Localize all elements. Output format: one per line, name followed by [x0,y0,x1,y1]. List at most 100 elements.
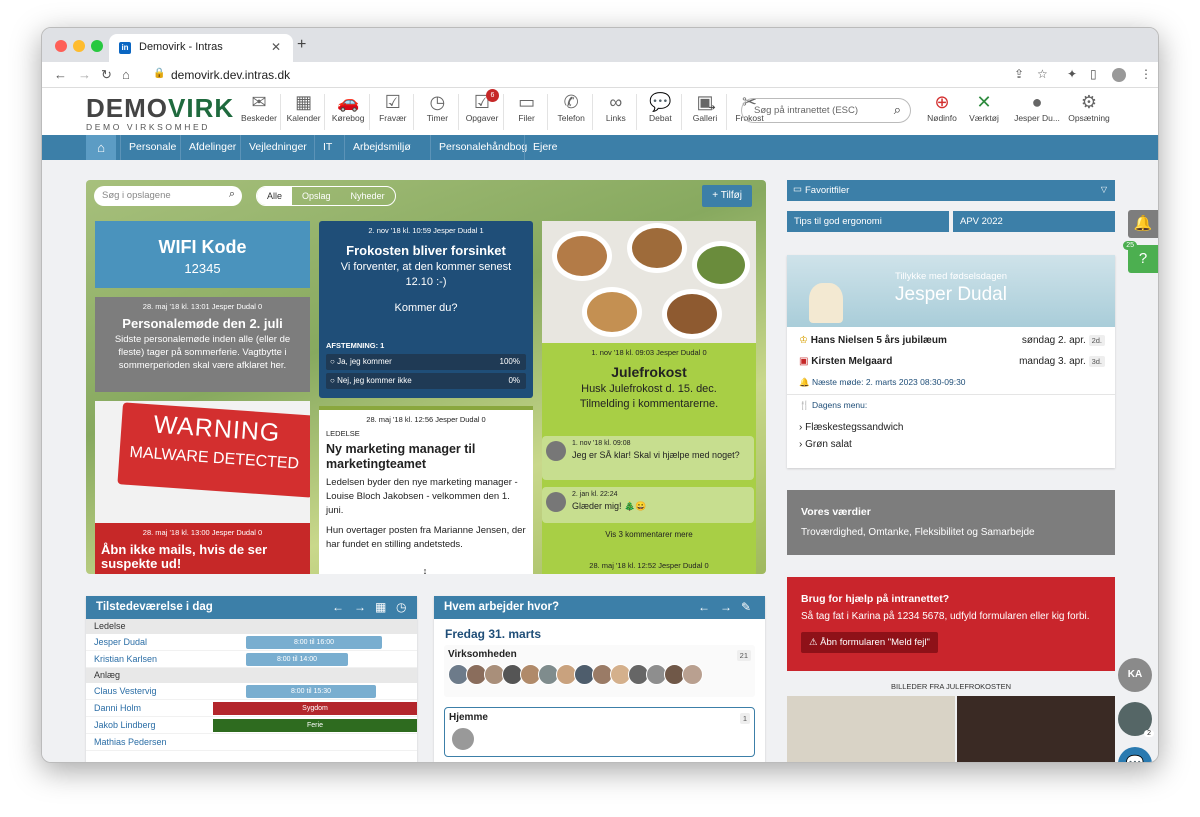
header-settings-button[interactable]: ⚙ Opsætning [1067,91,1111,123]
presence-bar[interactable]: Ferie [213,719,417,732]
profile-avatar[interactable] [1112,68,1126,82]
extensions-icon[interactable]: ✦ [1067,67,1077,81]
url-field[interactable]: 🔒 demovirk.dev.intras.dk [141,65,961,85]
person-name[interactable]: Claus Vestervig [94,686,157,696]
back-icon[interactable]: ← [54,67,67,82]
hire-card[interactable]: 28. maj '18 kl. 12:56 Jesper Dudal 0 LED… [319,406,533,574]
show-more-comments-link[interactable]: Vis 3 kommentarer mere [542,530,756,539]
report-error-button[interactable]: ⚠ Åbn formularen "Meld fejl" [801,632,938,653]
presence-group: Anlæg [86,668,417,683]
presence-row[interactable]: Mathias Pedersen [86,734,417,751]
search-icon[interactable]: ⌕ [894,102,901,118]
toolbar-telefon-button[interactable]: ✆ Telefon [549,91,593,123]
resize-handle-icon[interactable]: ↕ [418,564,432,574]
toolbar-label: Fravær [379,113,407,123]
presence-row[interactable]: Kristian Karlsen 8:00 til 14:00 [86,651,417,668]
nav-item-arbejdsmiljø[interactable]: Arbejdsmiljø [344,135,419,160]
toolbar-debat-button[interactable]: 💬 Debat [638,91,682,123]
presence-bar[interactable]: 8:00 til 15:30 [246,685,376,698]
notifications-bell-icon[interactable]: 🔔 [1128,210,1158,238]
person-name[interactable]: Jesper Dudal [94,637,147,647]
nav-item-it[interactable]: IT [314,135,340,160]
presence-row[interactable]: Jesper Dudal 8:00 til 16:00 [86,634,417,651]
maximize-window-button[interactable] [91,40,103,52]
julefrokost-card[interactable]: 1. nov '18 kl. 09:03 Jesper Dudal 0 Jule… [542,343,756,558]
sidebar-icon[interactable]: ▯ [1090,67,1097,81]
toolbar-timer-button[interactable]: ◷ Timer [415,91,459,123]
toolbar-opgaver-button[interactable]: ☑ Opgaver 6 [460,89,504,123]
home-nav-icon[interactable]: ⌂ [86,135,116,160]
filter-posts[interactable]: Opslag [292,187,341,205]
filter-news[interactable]: Nyheder [341,187,395,205]
toolbar-fravær-button[interactable]: ☑ Fravær [371,91,415,123]
chat-icon[interactable]: 💬 [1118,747,1152,762]
presence-bar[interactable]: Sygdom [213,702,417,715]
header-profile-button[interactable]: ● Jesper Du... [1009,91,1065,123]
warning-card[interactable]: WARNING MALWARE DETECTED 28. maj '18 kl.… [95,401,310,574]
toolbar-more-icon[interactable]: ➔ [702,102,722,113]
toolbar-beskeder-button[interactable]: ✉ Beskeder [237,91,281,123]
clock-icon[interactable]: ◷ [396,600,406,614]
toolbar-links-button[interactable]: ∞ Links [594,91,638,123]
browser-tab[interactable]: in Demovirk - Intras ✕ [109,34,293,62]
intranet-search-input[interactable]: Søg på intranettet (ESC) ⌕ [741,98,911,123]
nav-item-vejledninger[interactable]: Vejledninger [240,135,315,160]
favorite-file[interactable]: Tips til god ergonomi [787,211,949,232]
share-icon[interactable]: ⇪ [1014,67,1024,81]
avatar[interactable] [682,664,703,685]
add-post-button[interactable]: + Tilføj [702,185,752,207]
presence-row[interactable]: Danni Holm Sygdom [86,700,417,717]
lunch-late-card[interactable]: 2. nov '18 kl. 10:59 Jesper Dudal 1 Frok… [319,221,533,398]
gallery-photo[interactable] [957,696,1115,762]
nav-item-afdelinger[interactable]: Afdelinger [180,135,244,160]
posts-search-input[interactable]: Søg i opslagene ⌕ [94,186,242,206]
user-avatar-ka[interactable]: KA [1118,658,1152,692]
next-post-card[interactable]: 28. maj '18 kl. 12:52 Jesper Dudal 0 [542,558,756,574]
close-window-button[interactable] [55,40,67,52]
reload-icon[interactable]: ↻ [101,67,112,83]
minimize-window-button[interactable] [73,40,85,52]
person-name[interactable]: Mathias Pedersen [94,737,167,747]
prev-icon[interactable]: ← [698,600,710,614]
person-name[interactable]: Jakob Lindberg [94,720,156,730]
gallery-title: BILLEDER FRA JULEFROKOSTEN [890,682,1012,691]
nav-item-personalehåndbog[interactable]: Personalehåndbog [430,135,535,160]
person-name[interactable]: Danni Holm [94,703,141,713]
poll-option-no[interactable]: ○ Nej, jeg kommer ikke 0% [326,373,526,389]
toolbar-kørebog-button[interactable]: 🚗 Kørebog [326,91,370,123]
calendar-icon[interactable]: ▦ [375,600,386,614]
bookmark-star-icon[interactable]: ☆ [1037,67,1048,81]
new-tab-button[interactable]: + [297,36,306,54]
nav-item-personale[interactable]: Personale [120,135,184,160]
browser-menu-icon[interactable]: ⋮ [1140,67,1152,81]
next-icon[interactable]: → [354,600,366,614]
toolbar-kalender-button[interactable]: ▦ Kalender [282,91,326,123]
favorite-file[interactable]: APV 2022 [953,211,1115,232]
prev-icon[interactable]: ← [332,600,344,614]
poll-option-yes[interactable]: ○ Ja, jeg kommer 100% [326,354,526,370]
search-icon[interactable]: ⌕ [229,188,235,201]
home-icon[interactable]: ⌂ [122,67,130,82]
next-meeting[interactable]: 🔔 Næste møde: 2. marts 2023 08:30-09:30 [799,377,1105,388]
presence-row[interactable]: Claus Vestervig 8:00 til 15:30 [86,683,417,700]
next-icon[interactable]: → [720,600,732,614]
presence-bar[interactable]: 8:00 til 16:00 [246,636,382,649]
toolbar-filer-button[interactable]: ▭ Filer [505,91,549,123]
person-name[interactable]: Kristian Karlsen [94,654,157,664]
forward-icon[interactable]: → [78,67,91,82]
filter-all[interactable]: Alle [257,187,293,205]
favorites-header[interactable]: ▭ Favoritfiler ▽ [787,180,1115,201]
presence-row[interactable]: Jakob Lindberg Ferie [86,717,417,734]
edit-icon[interactable]: ✎ [741,600,751,614]
close-tab-icon[interactable]: ✕ [271,40,281,54]
header-emergency-button[interactable]: ⊕ Nødinfo [920,91,964,123]
meeting-card[interactable]: 28. maj '18 kl. 13:01 Jesper Dudal 0 Per… [95,297,310,392]
wifi-card[interactable]: WIFI Kode 12345 [95,221,310,288]
presence-bar[interactable]: 8:00 til 14:00 [246,653,348,666]
logo[interactable]: DEMOVIRK DEMO VIRKSOMHED [86,95,234,132]
food-plate [552,231,612,281]
avatar[interactable] [451,727,475,751]
header-tools-button[interactable]: ✕ Værktøj [962,91,1006,123]
gallery-photo[interactable] [787,696,955,762]
nav-item-ejere[interactable]: Ejere [524,135,566,160]
